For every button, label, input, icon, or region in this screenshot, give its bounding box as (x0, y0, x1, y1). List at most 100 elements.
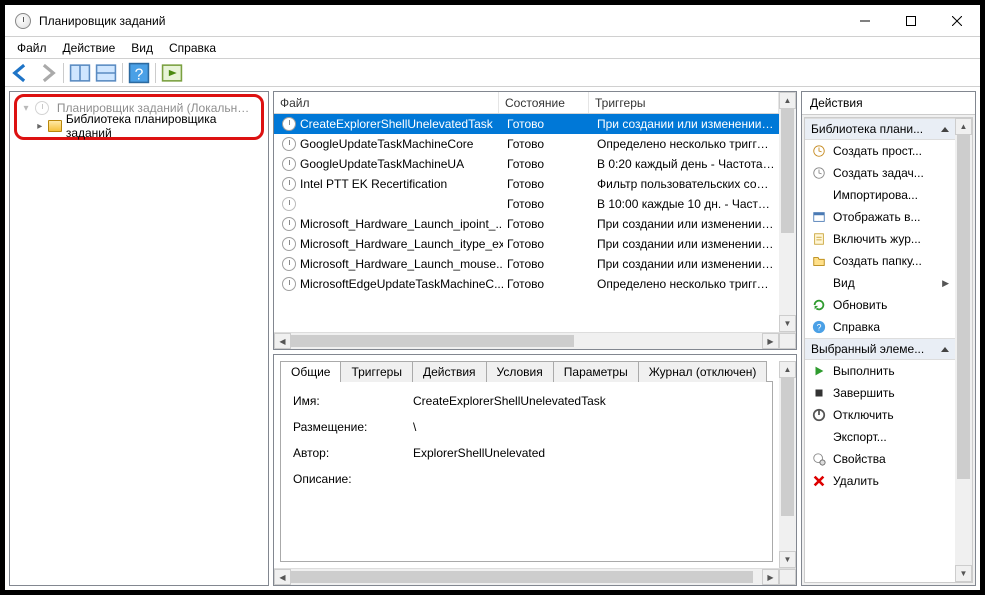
svg-text:?: ? (817, 323, 822, 333)
scroll-thumb[interactable] (781, 109, 794, 233)
task-icon (282, 237, 296, 251)
action-show-running[interactable]: Отображать в... (805, 206, 955, 228)
tab-general[interactable]: Общие (280, 361, 341, 382)
tab-conditions[interactable]: Условия (486, 361, 554, 382)
menu-view[interactable]: Вид (123, 39, 161, 57)
action-label: Создать задач... (833, 166, 924, 180)
toolbar-help-button[interactable]: ? (127, 61, 151, 85)
value-name: CreateExplorerShellUnelevatedTask (413, 394, 606, 408)
action-help[interactable]: ? Справка (805, 316, 955, 338)
task-list-panel: Файл Состояние Триггеры CreateExplorerSh… (273, 91, 797, 350)
scroll-down-button[interactable]: ▼ (779, 315, 796, 332)
task-row[interactable]: GoogleUpdateTaskMachineCore ГотовоОпредел… (274, 134, 779, 154)
task-status: Готово (503, 137, 593, 151)
action-label: Справка (833, 320, 880, 334)
task-row[interactable]: Intel PTT EK RecertificationГотовоФильтр… (274, 174, 779, 194)
nav-back-button[interactable] (9, 61, 33, 85)
task-row[interactable]: ГотовоВ 10:00 каждые 10 дн. - Частота по (274, 194, 779, 214)
action-delete[interactable]: Удалить (805, 470, 955, 492)
task-row[interactable]: Microsoft_Hardware_Launch_mouse...Готово… (274, 254, 779, 274)
action-end[interactable]: Завершить (805, 382, 955, 404)
task-row[interactable]: CreateExplorerShellUnelevatedTaskГотовоП… (274, 114, 779, 134)
collapse-icon (941, 127, 949, 132)
nav-forward-button[interactable] (35, 61, 59, 85)
action-refresh[interactable]: Обновить (805, 294, 955, 316)
task-icon (282, 137, 296, 151)
actions-scrollbar[interactable]: ▲ ▼ (955, 118, 972, 582)
menu-bar: Файл Действие Вид Справка (5, 37, 980, 59)
task-status: Готово (503, 237, 593, 251)
menu-file[interactable]: Файл (9, 39, 55, 57)
tab-settings[interactable]: Параметры (553, 361, 639, 382)
section-selected-header[interactable]: Выбранный элеме... (805, 338, 955, 360)
tree-root-node[interactable]: ▾ Планировщик заданий (Локальный) (19, 99, 255, 117)
toolbar-run-button[interactable] (160, 61, 184, 85)
column-header-status[interactable]: Состояние (499, 92, 589, 113)
action-label: Выполнить (833, 364, 895, 378)
task-trigger: При создании или изменении зад (593, 217, 779, 231)
menu-action[interactable]: Действие (55, 39, 124, 57)
details-vertical-scrollbar[interactable]: ▲ ▼ (779, 361, 796, 568)
close-button[interactable] (934, 5, 980, 37)
folder-icon (48, 120, 61, 132)
expand-icon[interactable]: ▸ (35, 121, 44, 132)
h-scroll-thumb[interactable] (291, 335, 574, 347)
journal-icon (811, 231, 827, 247)
toolbar-action-pane-button[interactable] (68, 61, 92, 85)
action-label: Свойства (833, 452, 886, 466)
action-new-folder[interactable]: Создать папку... (805, 250, 955, 272)
stop-icon (811, 385, 827, 401)
task-status: Готово (503, 157, 593, 171)
title-bar: Планировщик заданий (5, 5, 980, 37)
action-import[interactable]: Импортирова... (805, 184, 955, 206)
details-tabs: Общие Триггеры Действия Условия Параметр… (274, 361, 779, 382)
tab-actions[interactable]: Действия (412, 361, 487, 382)
label-author: Автор: (293, 446, 413, 460)
collapse-icon[interactable]: ▾ (21, 103, 31, 114)
menu-help[interactable]: Справка (161, 39, 224, 57)
action-view[interactable]: Вид▶ (805, 272, 955, 294)
task-row[interactable]: Microsoft_Hardware_Launch_ipoint_...Гото… (274, 214, 779, 234)
action-create-basic[interactable]: Создать прост... (805, 140, 955, 162)
task-row[interactable]: Microsoft_Hardware_Launch_itype_exeГотов… (274, 234, 779, 254)
action-disable[interactable]: Отключить (805, 404, 955, 426)
navigation-tree[interactable]: ▾ Планировщик заданий (Локальный) ▸ Библ… (9, 91, 269, 586)
task-trigger: При создании или изменении зад (593, 257, 779, 271)
scroll-right-button[interactable]: ▶ (762, 333, 779, 349)
action-label: Удалить (833, 474, 879, 488)
task-trigger: При создании или изменении зад (593, 237, 779, 251)
value-author: ExplorerShellUnelevated (413, 446, 545, 460)
column-header-triggers[interactable]: Триггеры (589, 92, 779, 113)
minimize-button[interactable] (842, 5, 888, 37)
task-trigger: Определено несколько триггеров (593, 137, 779, 151)
delete-icon (811, 473, 827, 489)
tab-triggers[interactable]: Триггеры (340, 361, 413, 382)
task-row[interactable]: MicrosoftEdgeUpdateTaskMachineC...Готово… (274, 274, 779, 294)
scroll-up-button[interactable]: ▲ (779, 92, 796, 109)
task-trigger: В 0:20 каждый день - Частота повт (593, 157, 779, 171)
action-export[interactable]: Экспорт... (805, 426, 955, 448)
tree-library-node[interactable]: ▸ Библиотека планировщика заданий (19, 117, 255, 135)
none-icon (811, 429, 827, 445)
task-name: GoogleUpdateTaskMachineUA (300, 157, 464, 171)
task-row[interactable]: GoogleUpdateTaskMachineUA ГотовоВ 0:20 ка… (274, 154, 779, 174)
vertical-scrollbar[interactable]: ▲ ▼ (779, 92, 796, 332)
scroll-left-button[interactable]: ◀ (274, 333, 291, 349)
section-library-header[interactable]: Библиотека плани... (805, 118, 955, 140)
action-run[interactable]: Выполнить (805, 360, 955, 382)
toolbar-panel-button[interactable] (94, 61, 118, 85)
details-horizontal-scrollbar[interactable]: ◀ ▶ (274, 568, 796, 585)
task-list-body[interactable]: CreateExplorerShellUnelevatedTaskГотовоП… (274, 114, 779, 332)
maximize-button[interactable] (888, 5, 934, 37)
action-create-task[interactable]: Создать задач... (805, 162, 955, 184)
clock-gear-icon (811, 451, 827, 467)
tab-history[interactable]: Журнал (отключен) (638, 361, 768, 382)
horizontal-scrollbar[interactable]: ◀ ▶ (274, 332, 796, 349)
task-trigger: Определено несколько триггеров (593, 277, 779, 291)
main-content: ▾ Планировщик заданий (Локальный) ▸ Библ… (5, 87, 980, 590)
action-enable-history[interactable]: Включить жур... (805, 228, 955, 250)
action-label: Включить жур... (833, 232, 921, 246)
column-header-file[interactable]: Файл (274, 92, 499, 113)
task-name: GoogleUpdateTaskMachineCore (300, 137, 473, 151)
action-properties[interactable]: Свойства (805, 448, 955, 470)
